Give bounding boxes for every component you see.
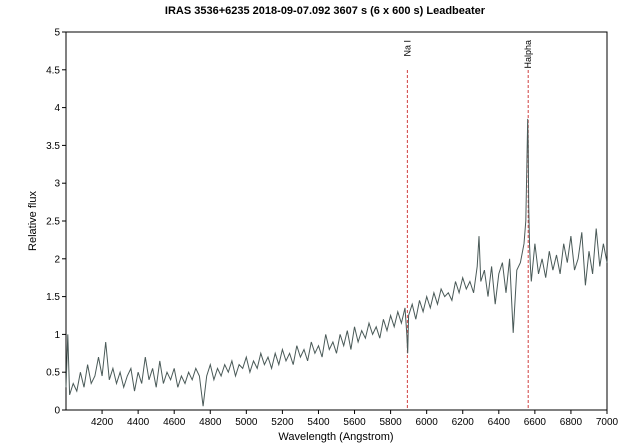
annotations: Na I Halpha <box>402 40 533 410</box>
x-tick-label: 5000 <box>235 417 258 428</box>
y-tick-label: 3 <box>54 179 60 190</box>
y-tick-label: 1.5 <box>46 292 60 303</box>
y-axis: 0 0.5 1 1.5 2 2.5 3 3.5 4 4.5 5 <box>46 28 66 417</box>
x-tick-label: 4600 <box>163 417 186 428</box>
x-tick-label: 6400 <box>488 417 511 428</box>
y-tick-label: 3.5 <box>46 141 60 152</box>
x-axis: 4200 4400 4600 4800 5000 5200 5400 5600 5800 6000… <box>91 410 619 428</box>
x-tick-label: 6800 <box>560 417 583 428</box>
y-tick-label: 4.5 <box>46 65 60 76</box>
x-tick-label: 6200 <box>452 417 475 428</box>
y-tick-label: 5 <box>54 28 60 39</box>
y-axis-label: Relative flux <box>27 191 39 251</box>
y-tick-label: 2 <box>54 254 60 265</box>
spectrum-chart: IRAS 3536+6235 2018-09-07.092 3607 s (6 … <box>27 5 619 443</box>
x-tick-label: 5200 <box>271 417 294 428</box>
chart-title: IRAS 3536+6235 2018-09-07.092 3607 s (6 … <box>165 5 486 17</box>
x-tick-label: 4200 <box>91 417 114 428</box>
spectrum-series-line <box>65 118 608 407</box>
x-tick-label: 5800 <box>379 417 402 428</box>
x-tick-label: 4800 <box>199 417 222 428</box>
y-tick-label: 2.5 <box>46 217 60 228</box>
y-tick-label: 1 <box>54 330 60 341</box>
y-tick-label: 0 <box>54 406 60 417</box>
x-tick-label: 7000 <box>596 417 619 428</box>
x-tick-label: 6600 <box>524 417 547 428</box>
y-tick-label: 4 <box>54 103 60 114</box>
y-tick-label: 0.5 <box>46 368 60 379</box>
x-tick-label: 5600 <box>343 417 366 428</box>
x-axis-label: Wavelength (Angstrom) <box>278 431 393 443</box>
x-tick-label: 6000 <box>416 417 439 428</box>
annotation-label: Na I <box>402 40 412 57</box>
annotation-label: Halpha <box>523 40 533 69</box>
x-tick-label: 5400 <box>307 417 330 428</box>
x-tick-label: 4400 <box>127 417 150 428</box>
